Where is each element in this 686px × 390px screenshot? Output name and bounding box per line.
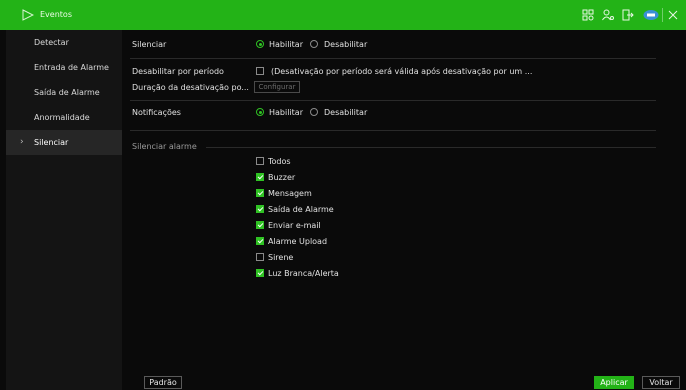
- notificacoes-enable-radio[interactable]: [256, 108, 264, 116]
- sidebar-item-entrada-de-alarme[interactable]: Entrada de Alarme: [6, 55, 122, 80]
- title-bar: Eventos: [0, 0, 686, 30]
- saida-de-alarme-checkbox[interactable]: [256, 205, 264, 213]
- sidebar-item-anormalidade[interactable]: Anormalidade: [6, 105, 122, 130]
- group-divider: [206, 147, 656, 148]
- silenciar-enable-label[interactable]: Habilitar: [269, 40, 303, 49]
- divider: [130, 58, 656, 59]
- sirene-checkbox[interactable]: [256, 253, 264, 261]
- sidebar-item-label: Entrada de Alarme: [34, 63, 109, 72]
- saida-de-alarme-label[interactable]: Saída de Alarme: [268, 205, 334, 214]
- silenciar-disable-label[interactable]: Desabilitar: [324, 40, 367, 49]
- sidebar-item-label: Silenciar: [34, 138, 69, 147]
- sidebar-item-silenciar[interactable]: › Silenciar: [6, 130, 122, 155]
- period-label: Desabilitar por período: [132, 67, 224, 76]
- notificacoes-enable-label[interactable]: Habilitar: [269, 108, 303, 117]
- aplicar-button[interactable]: Aplicar: [594, 376, 634, 389]
- play-arrow-icon: [22, 9, 34, 21]
- period-checkbox[interactable]: [256, 67, 264, 75]
- sidebar-item-saida-de-alarme[interactable]: Saída de Alarme: [6, 80, 122, 105]
- silenciar-enable-radio[interactable]: [256, 40, 264, 48]
- padrao-button[interactable]: Padrão: [144, 376, 182, 389]
- buzzer-checkbox[interactable]: [256, 173, 264, 181]
- luz-branca-alerta-checkbox[interactable]: [256, 269, 264, 277]
- period-note: (Desativação por período será válida apó…: [271, 67, 533, 76]
- notificacoes-disable-label[interactable]: Desabilitar: [324, 108, 367, 117]
- enviar-email-label[interactable]: Enviar e-mail: [268, 221, 321, 230]
- exit-icon[interactable]: [622, 9, 634, 21]
- sidebar-item-detectar[interactable]: Detectar: [6, 30, 122, 55]
- enviar-email-checkbox[interactable]: [256, 221, 264, 229]
- silenciar-disable-radio[interactable]: [310, 40, 318, 48]
- luz-branca-alerta-label[interactable]: Luz Branca/Alerta: [268, 269, 339, 278]
- sidebar-item-label: Anormalidade: [34, 113, 90, 122]
- voltar-button[interactable]: Voltar: [642, 376, 680, 389]
- sirene-label[interactable]: Sirene: [268, 253, 293, 262]
- mensagem-label[interactable]: Mensagem: [268, 189, 312, 198]
- close-icon[interactable]: [668, 9, 678, 21]
- configurar-button[interactable]: Configurar: [254, 81, 300, 93]
- window-title: Eventos: [40, 10, 72, 19]
- main-panel: Silenciar Habilitar Desabilitar Desabili…: [122, 30, 686, 390]
- alarme-upload-label[interactable]: Alarme Upload: [268, 237, 327, 246]
- notificacoes-label: Notificações: [132, 108, 181, 117]
- grid-settings-icon[interactable]: [582, 9, 594, 21]
- silenciar-label: Silenciar: [132, 40, 167, 49]
- cloud-badge-icon[interactable]: [643, 9, 659, 21]
- title-divider: [662, 8, 663, 22]
- divider: [130, 130, 656, 131]
- sidebar-item-label: Saída de Alarme: [34, 88, 100, 97]
- silenciar-alarme-label: Silenciar alarme: [132, 142, 197, 151]
- chevron-right-icon: ›: [20, 137, 24, 147]
- todos-checkbox[interactable]: [256, 157, 264, 165]
- mensagem-checkbox[interactable]: [256, 189, 264, 197]
- user-settings-icon[interactable]: [602, 9, 614, 21]
- divider: [130, 100, 656, 101]
- notificacoes-disable-radio[interactable]: [310, 108, 318, 116]
- sidebar: Detectar Entrada de Alarme Saída de Alar…: [6, 30, 122, 390]
- todos-label[interactable]: Todos: [268, 157, 291, 166]
- buzzer-label[interactable]: Buzzer: [268, 173, 295, 182]
- sidebar-item-label: Detectar: [34, 38, 69, 47]
- alarme-upload-checkbox[interactable]: [256, 237, 264, 245]
- duration-label: Duração da desativação po...: [132, 83, 249, 92]
